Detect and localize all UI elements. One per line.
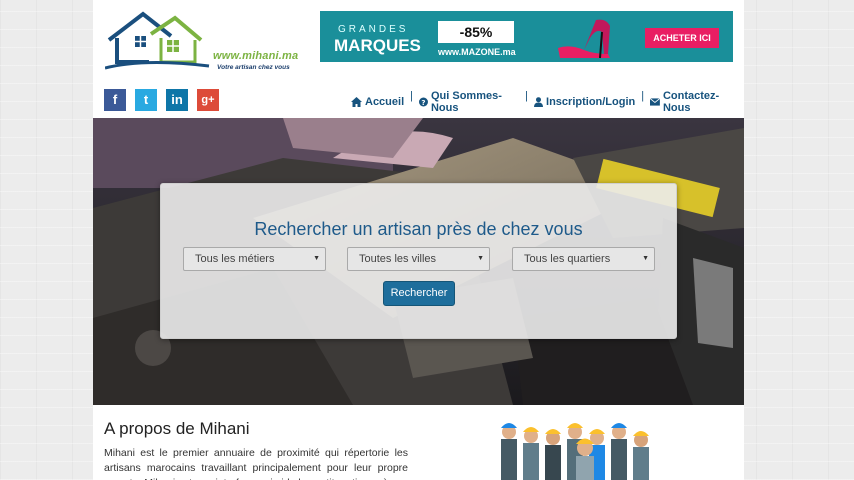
svg-text:?: ?: [421, 98, 425, 107]
facebook-icon[interactable]: f: [104, 89, 126, 111]
nav-contact-label: Contactez-Nous: [662, 90, 720, 114]
city-select[interactable]: Toutes les villes ▼: [347, 247, 490, 271]
ad-grandes-text: GRANDES: [338, 24, 409, 35]
trade-select-value: Tous les métiers: [195, 253, 275, 265]
trade-select[interactable]: Tous les métiers ▼: [183, 247, 326, 271]
workers-group-image: [473, 408, 693, 480]
logo-url: www.mihani.ma: [213, 50, 299, 62]
ad-site: www.MAZONE.ma: [438, 47, 516, 57]
home-icon: [351, 97, 362, 107]
high-heel-shoe-icon: [558, 19, 610, 59]
nav-home[interactable]: Accueil: [345, 90, 410, 114]
nav-home-label: Accueil: [365, 96, 405, 108]
logo-tagline: Votre artisan chez vous: [217, 64, 290, 71]
about-text: Mihani est le premier annuaire de proxim…: [104, 447, 408, 480]
caret-down-icon: ▼: [642, 255, 649, 262]
search-title: Rechercher un artisan près de chez vous: [254, 219, 583, 239]
twitter-icon[interactable]: t: [135, 89, 157, 111]
ad-discount: -85%: [438, 21, 514, 43]
nav-signup[interactable]: Inscription/Login: [528, 90, 641, 114]
nav-contact[interactable]: Contactez-Nous: [644, 90, 744, 114]
hero-banner: Rechercher un artisan près de chez vous …: [93, 118, 744, 405]
page: www.mihani.ma Votre artisan chez vous GR…: [93, 0, 744, 480]
linkedin-icon[interactable]: in: [166, 89, 188, 111]
google-plus-icon[interactable]: g+: [197, 89, 219, 111]
envelope-icon: [650, 98, 660, 106]
caret-down-icon: ▼: [313, 255, 320, 262]
nav-signup-label: Inscription/Login: [546, 96, 636, 108]
question-circle-icon: ?: [419, 97, 428, 107]
district-select-value: Tous les quartiers: [524, 253, 611, 265]
nav-about-label: Qui Sommes-Nous: [430, 90, 502, 114]
user-icon: [534, 97, 544, 107]
search-button[interactable]: Rechercher: [383, 281, 455, 306]
search-panel: Rechercher un artisan près de chez vous …: [160, 183, 677, 339]
about-title: A propos de Mihani: [104, 419, 250, 438]
city-select-value: Toutes les villes: [359, 253, 437, 265]
site-logo[interactable]: www.mihani.ma Votre artisan chez vous: [105, 10, 299, 72]
ad-banner[interactable]: GRANDES MARQUES -85% www.MAZONE.ma ACHET…: [320, 11, 733, 62]
caret-down-icon: ▼: [477, 255, 484, 262]
nav-about[interactable]: ? Qui Sommes-Nous: [413, 90, 525, 114]
ad-buy-button[interactable]: ACHETER ICI: [645, 28, 719, 48]
house-logo-icon: [105, 11, 210, 70]
main-nav: Accueil | ? Qui Sommes-Nous | Inscriptio…: [345, 90, 744, 114]
social-links: f t in g+: [104, 89, 219, 111]
ad-marques-text: MARQUES: [334, 36, 421, 55]
district-select[interactable]: Tous les quartiers ▼: [512, 247, 655, 271]
